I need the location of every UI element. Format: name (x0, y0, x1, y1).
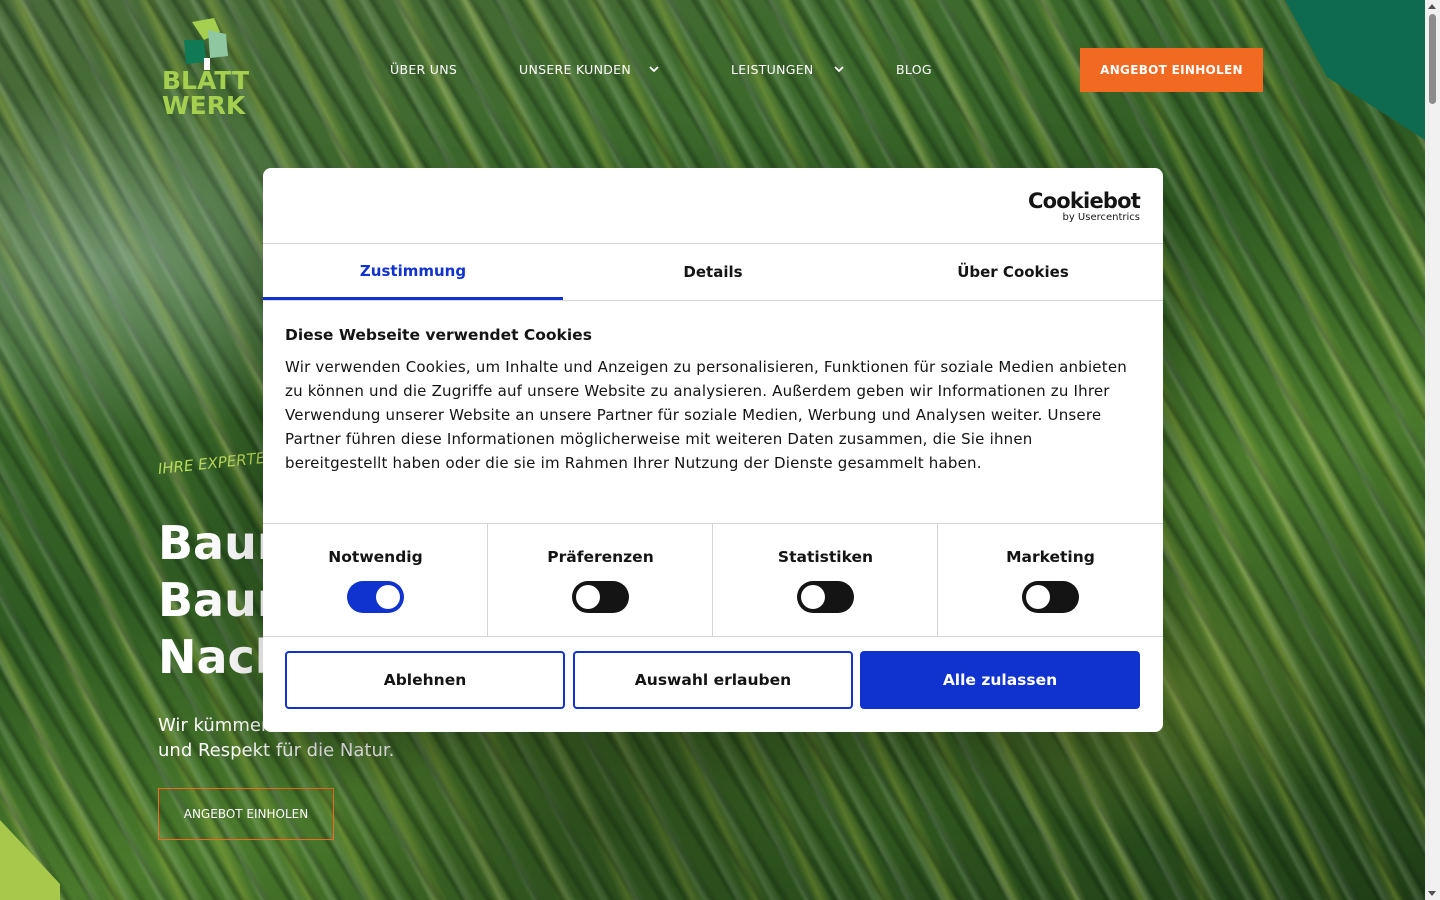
scroll-down-arrow-icon[interactable] (1428, 891, 1436, 896)
decorative-teal-shape (1285, 0, 1425, 140)
cookiebot-brand: Cookiebot (1028, 189, 1141, 213)
tab-ueber-cookies[interactable]: Über Cookies (863, 244, 1163, 300)
toggle-knob (1026, 585, 1050, 609)
toggle-notwendig[interactable] (347, 581, 404, 613)
offer-button-hero[interactable]: ANGEBOT EINHOLEN (158, 788, 334, 840)
decline-button[interactable]: Ablehnen (285, 651, 565, 709)
category-notwendig: Notwendig (263, 524, 488, 636)
dialog-tabs: Zustimmung Details Über Cookies (263, 244, 1163, 301)
nav-item-unsere-kunden[interactable]: UNSERE KUNDEN (519, 62, 631, 77)
tab-details[interactable]: Details (563, 244, 863, 300)
category-label: Notwendig (328, 548, 423, 566)
logo-text-line2: WERK (162, 91, 246, 120)
toggle-praeferenzen[interactable] (572, 581, 629, 613)
category-praeferenzen: Präferenzen (488, 524, 713, 636)
nav-item-blog[interactable]: BLOG (896, 62, 932, 77)
nav-item-leistungen[interactable]: LEISTUNGEN (731, 62, 814, 77)
toggle-statistiken[interactable] (797, 581, 854, 613)
category-label: Präferenzen (547, 548, 654, 566)
logo-text-line1: BLATT (162, 66, 250, 95)
cookie-category-toggles: Notwendig Präferenzen Statistiken Market… (263, 523, 1163, 637)
toggle-knob (376, 585, 400, 609)
category-statistiken: Statistiken (713, 524, 938, 636)
dialog-header: Cookiebot by Usercentrics (263, 168, 1163, 244)
hero-subline-line: und Respekt für die Natur. (158, 740, 395, 761)
cookiebot-brand-sub: by Usercentrics (1062, 212, 1140, 223)
dialog-description: Wir verwenden Cookies, um Inhalte und An… (285, 358, 1127, 472)
scroll-up-arrow-icon[interactable] (1428, 4, 1436, 9)
logo-text: BLATT WERK (162, 68, 262, 118)
scrollbar-thumb[interactable] (1429, 14, 1436, 104)
logo[interactable]: BLATT WERK (162, 18, 254, 122)
dialog-title: Diese Webseite verwendet Cookies (285, 326, 592, 344)
tab-zustimmung[interactable]: Zustimmung (263, 244, 563, 300)
page-scrollbar[interactable] (1425, 0, 1440, 900)
toggle-knob (576, 585, 600, 609)
nav-item-ueber-uns[interactable]: ÜBER UNS (390, 62, 457, 77)
chevron-down-icon[interactable] (649, 66, 659, 73)
offer-button-header[interactable]: ANGEBOT EINHOLEN (1080, 48, 1263, 92)
category-marketing: Marketing (938, 524, 1163, 636)
allow-all-button[interactable]: Alle zulassen (860, 651, 1140, 709)
allow-selection-button[interactable]: Auswahl erlauben (573, 651, 853, 709)
chevron-down-icon[interactable] (834, 66, 844, 73)
cookiebot-logo: Cookiebot by Usercentrics (1028, 189, 1141, 224)
toggle-marketing[interactable] (1022, 581, 1079, 613)
category-label: Statistiken (777, 548, 874, 566)
cookie-consent-dialog: Cookiebot by Usercentrics Zustimmung Det… (263, 168, 1163, 732)
toggle-knob (801, 585, 825, 609)
decorative-lime-shape (0, 820, 60, 900)
category-label: Marketing (1006, 548, 1095, 566)
